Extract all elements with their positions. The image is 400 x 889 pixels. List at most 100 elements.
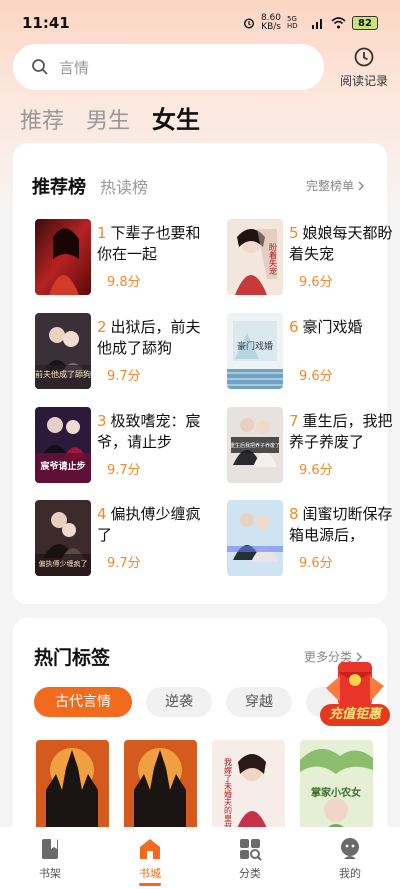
nav-bookshelf[interactable]: 书架 <box>20 837 80 881</box>
tag-chip[interactable]: 穿越 <box>226 687 292 717</box>
book-rank: 8 <box>289 505 299 523</box>
book-score: 9.7分 <box>107 463 141 478</box>
ranking-card: 推荐榜 热读榜 完整榜单 1 下辈子也要和你在一起 9.8分 前夫他成了舔狗 2出… <box>13 143 393 604</box>
tab-male[interactable]: 男生 <box>86 103 130 135</box>
book-title: 8 闺蜜切断保存箱电源后， <box>289 504 400 546</box>
full-ranking-link[interactable]: 完整榜单 <box>306 177 365 194</box>
cover-title: 前夫他成了舔狗 <box>35 369 91 379</box>
book-rank: 2 <box>97 318 107 336</box>
category-icon <box>240 839 262 861</box>
book-rank: 7 <box>289 412 299 430</box>
ranking-book-item[interactable]: 偏执傅少缠疯了 4 偏执傅少缠疯了 9.7分 <box>35 500 225 580</box>
book-score: 9.7分 <box>107 369 141 384</box>
book-cover: 宸爷请止步 <box>35 407 91 483</box>
search-placeholder: 言情 <box>59 58 90 77</box>
book-title: 2 出狱后，前夫他成了舔狗 <box>97 317 215 359</box>
tab-recommend[interactable]: 推荐 <box>20 103 64 135</box>
cover-title: 偏执傅少缠疯了 <box>39 559 88 568</box>
ranking-book-item[interactable]: 1 下辈子也要和你在一起 9.8分 <box>35 219 225 299</box>
book-title-text: 娘娘每天都盼着失宠 <box>289 224 393 263</box>
status-icons: 8.60 KB/s 5G HD 82 <box>243 14 378 32</box>
tag-chip[interactable]: 逆袭 <box>146 687 212 717</box>
ranking-header: 推荐榜 热读榜 <box>32 173 148 199</box>
book-title: 6 豪门戏婚 <box>289 317 400 338</box>
book-title-text: 出狱后，前夫他成了舔狗 <box>97 318 201 357</box>
recharge-promo-button[interactable]: 充值钜惠 <box>318 658 390 728</box>
book-cover: 偏执傅少缠疯了 <box>35 500 91 576</box>
net-speed-unit: KB/s <box>261 22 281 32</box>
cover-title: 我嫁了未婚夫的皇叔 <box>224 757 233 831</box>
book-title-text: 豪门戏婚 <box>302 318 363 336</box>
book-cover[interactable]: 我嫁了未婚夫的皇叔 <box>212 740 285 836</box>
active-indicator <box>139 883 161 886</box>
nav-profile-label: 我的 <box>339 867 361 880</box>
full-ranking-label: 完整榜单 <box>305 179 354 193</box>
book-title-text: 极致嗜宠：宸爷，请止步 <box>97 412 201 451</box>
search-icon <box>32 59 48 75</box>
book-cover: 前夫他成了舔狗 <box>35 313 91 389</box>
book-title: 4 偏执傅少缠疯了 <box>97 504 215 546</box>
nav-bookshelf-label: 书架 <box>39 867 61 880</box>
battery-indicator: 82 <box>352 16 378 30</box>
book-rank: 1 <box>97 224 107 242</box>
book-title: 1 下辈子也要和你在一起 <box>97 223 215 265</box>
cover-title: 宸爷请止步 <box>40 460 85 472</box>
search-input[interactable]: 言情 <box>13 44 324 90</box>
profile-icon <box>341 838 359 859</box>
nav-bookstore-label: 书城 <box>139 867 161 880</box>
book-cover[interactable] <box>124 740 197 836</box>
nav-profile[interactable]: 我的 <box>320 837 380 881</box>
net-speed: 8.60 KB/s <box>261 14 281 32</box>
ranking-book-item[interactable]: 盼着失宠 5 娘娘每天都盼着失宠 9.6分 <box>227 219 400 299</box>
ranking-book-item[interactable]: 前夫他成了舔狗 2 出狱后，前夫他成了舔狗 9.7分 <box>35 313 225 393</box>
cover-title: 掌家小农女 <box>311 786 361 799</box>
book-rank: 3 <box>97 412 107 430</box>
cover-title: 盼着失宠 <box>269 243 278 276</box>
hot-tags-title: 热门标签 <box>34 647 111 669</box>
alarm-icon <box>243 18 254 29</box>
book-cover: 重生后我把养子养废了 <box>227 407 283 483</box>
book-title: 5 娘娘每天都盼着失宠 <box>289 223 400 265</box>
nav-bookstore[interactable]: 书城 <box>120 837 180 886</box>
reading-history-button[interactable]: 阅读记录 <box>334 46 394 90</box>
tag-chips: 古代言情 逆袭 穿越 <box>34 687 346 717</box>
book-score: 9.6分 <box>299 369 333 384</box>
book-title: 7 重生后，我把养子养废了 <box>289 411 400 453</box>
book-score: 9.7分 <box>107 556 141 571</box>
ranking-book-item[interactable]: 8 闺蜜切断保存箱电源后， 9.6分 <box>227 500 400 580</box>
tag-chip[interactable]: 古代言情 <box>34 687 132 717</box>
status-bar: 11:41 8.60 KB/s 5G HD 82 <box>0 0 400 46</box>
book-title-text: 闺蜜切断保存箱电源后， <box>289 505 393 544</box>
ranking-book-item[interactable]: 重生后我把养子养废了 7 重生后，我把养子养废了 9.6分 <box>227 407 400 487</box>
book-rank: 4 <box>97 505 107 523</box>
book-cover[interactable] <box>36 740 109 836</box>
status-time: 11:41 <box>22 14 70 32</box>
chevron-right-icon <box>358 181 364 190</box>
nav-category-label: 分类 <box>239 867 261 880</box>
bookshelf-icon <box>42 839 58 859</box>
book-cover: 盼着失宠 <box>227 219 283 295</box>
tab-female[interactable]: 女生 <box>152 100 200 135</box>
nav-category[interactable]: 分类 <box>220 837 280 881</box>
wifi-icon <box>331 17 346 29</box>
book-rank: 5 <box>289 224 299 242</box>
cover-title: 重生后我把养子养废了 <box>230 442 280 449</box>
book-title-text: 重生后，我把养子养废了 <box>289 412 393 451</box>
book-score: 9.6分 <box>299 556 333 571</box>
ranking-book-item[interactable]: 宸爷请止步 3 极致嗜宠：宸爷，请止步 9.7分 <box>35 407 225 487</box>
bookstore-icon <box>140 839 160 859</box>
signal-label: 5G HD <box>287 15 298 30</box>
recharge-promo-label: 充值钜惠 <box>320 704 390 726</box>
ranking-title-tab[interactable]: 推荐榜 <box>32 173 86 199</box>
book-cover[interactable]: 掌家小农女 <box>300 740 373 836</box>
book-title-text: 偏执傅少缠疯了 <box>97 505 201 544</box>
ranking-book-item[interactable]: 豪门戏婚 6 豪门戏婚 9.6分 <box>227 313 400 393</box>
cell-signal-icon <box>312 19 322 29</box>
gender-tabs: 推荐 男生 女生 <box>20 100 200 135</box>
book-score: 9.8分 <box>107 275 141 290</box>
book-cover <box>35 219 91 295</box>
book-rank: 6 <box>289 318 299 336</box>
book-score: 9.6分 <box>299 463 333 478</box>
hot-reading-tab[interactable]: 热读榜 <box>100 174 148 198</box>
book-score: 9.6分 <box>299 275 333 290</box>
